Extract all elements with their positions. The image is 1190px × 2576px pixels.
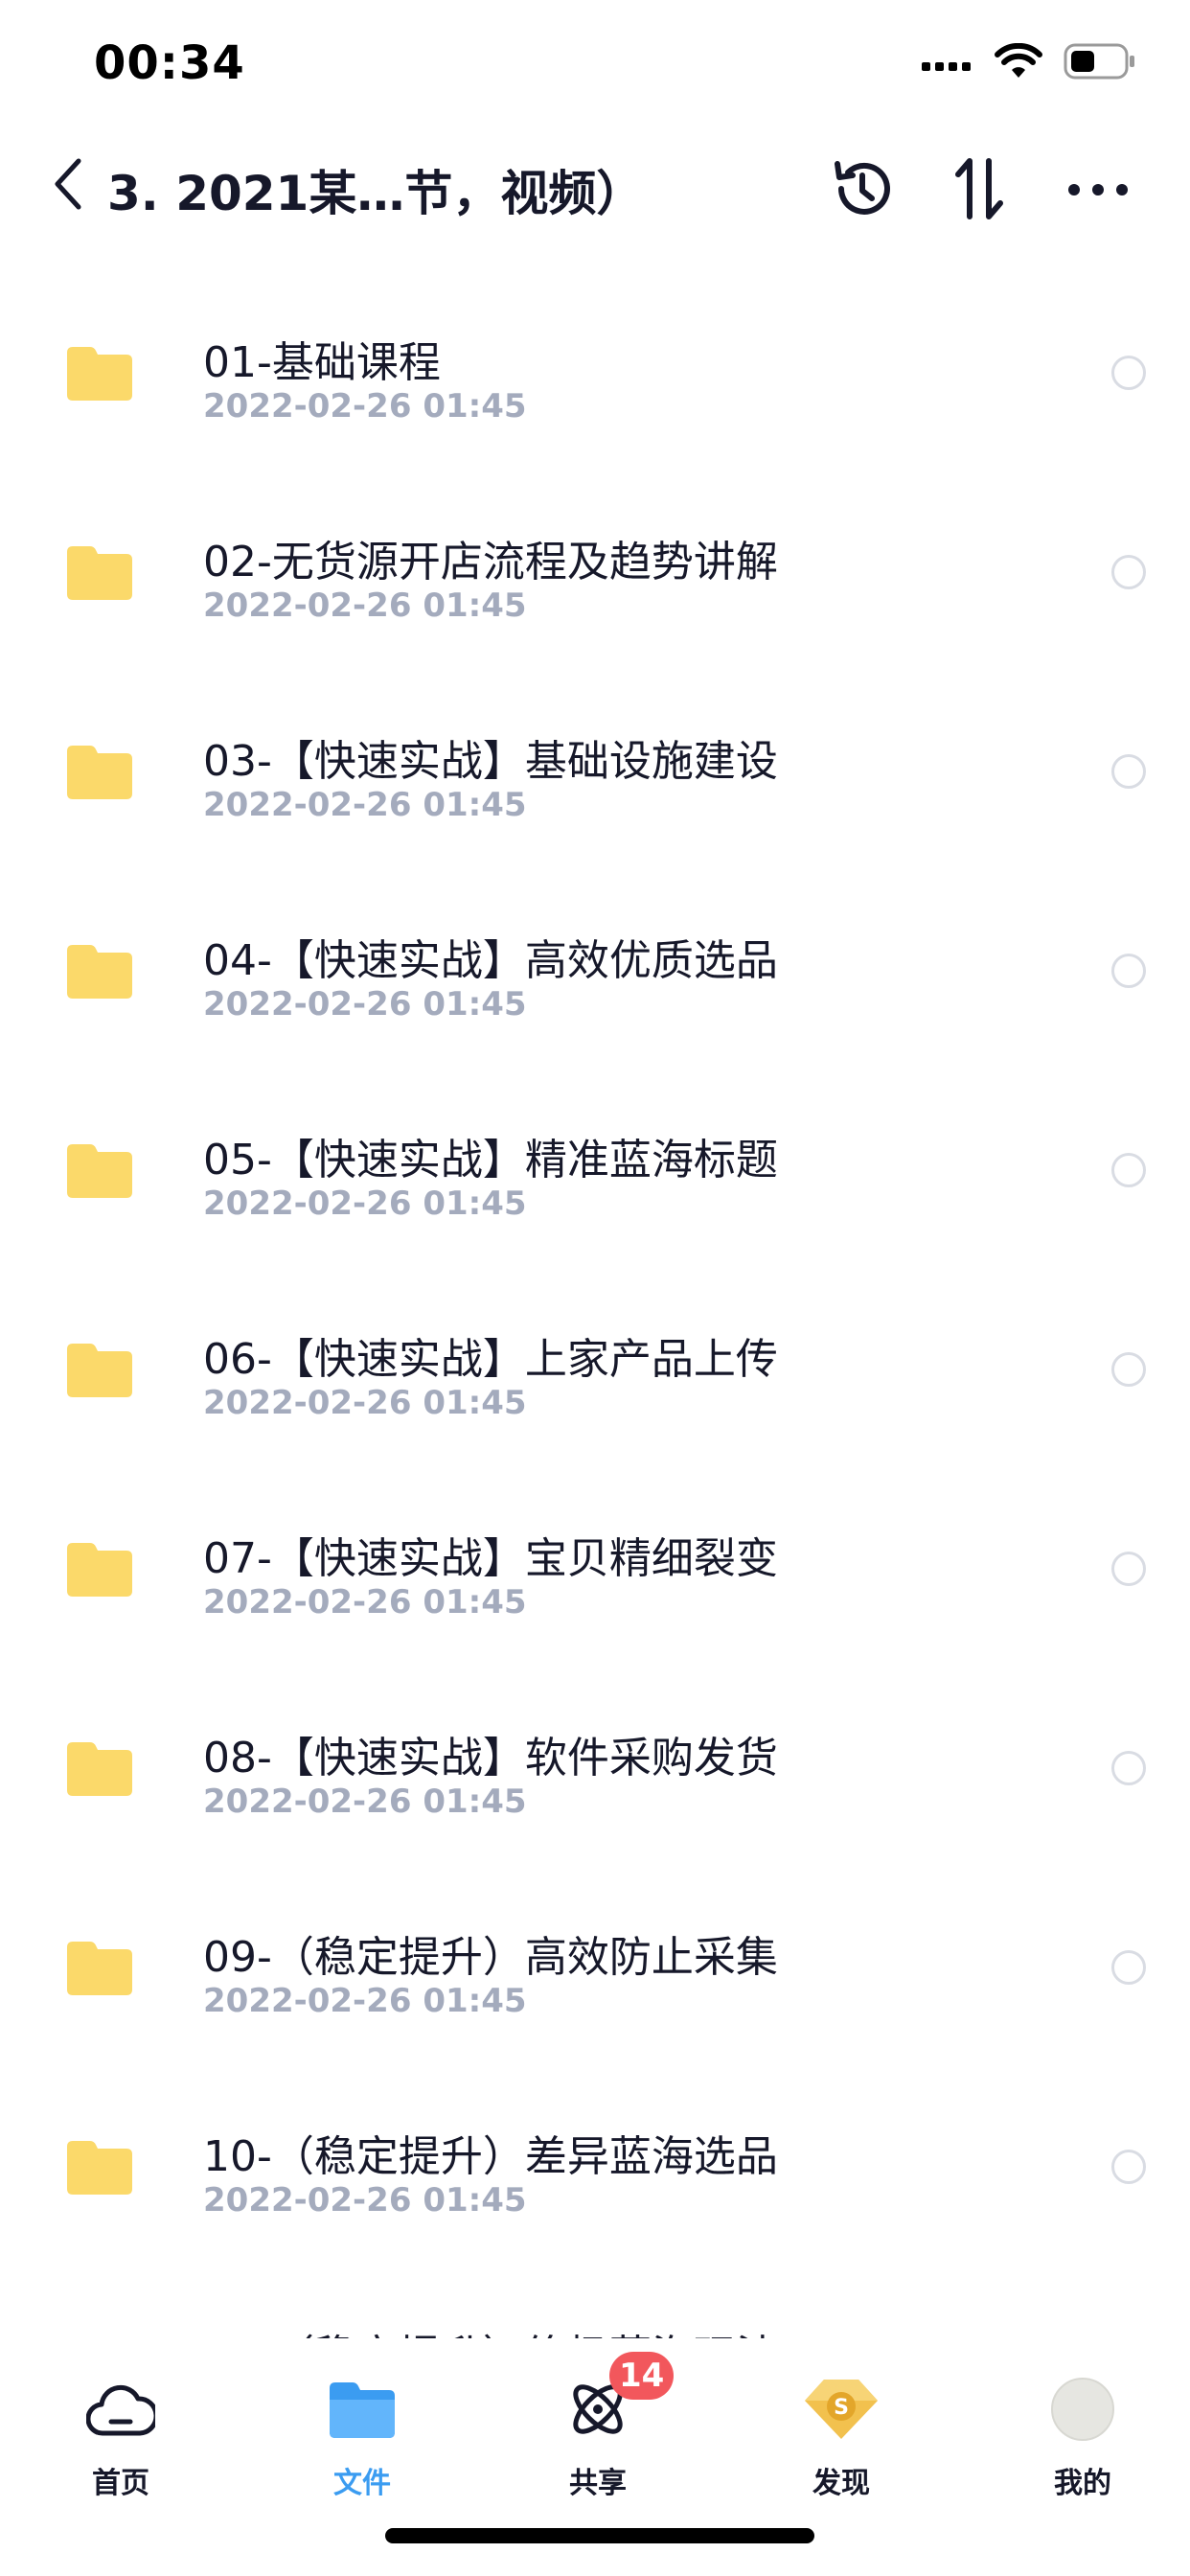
cloud-icon	[82, 2371, 159, 2448]
tab-discover[interactable]: S 发现	[765, 2359, 918, 2503]
status-time: 00:34	[94, 36, 245, 90]
file-name: 07-【快速实战】宝贝精细裂变	[203, 1534, 778, 1583]
avatar-image	[1051, 2378, 1114, 2441]
file-date: 2022-02-26 01:45	[203, 1384, 527, 1422]
file-row[interactable]: 07-【快速实战】宝贝精细裂变 2022-02-26 01:45	[0, 1447, 1190, 1646]
svg-text:S: S	[834, 2396, 849, 2420]
file-name: 01-基础课程	[203, 338, 441, 387]
folder-icon	[67, 1740, 132, 1796]
file-date: 2022-02-26 01:45	[203, 1184, 527, 1223]
select-checkbox[interactable]	[1111, 555, 1146, 589]
file-name: 08-【快速实战】软件采购发货	[203, 1734, 778, 1782]
history-button[interactable]	[822, 153, 903, 228]
tab-home[interactable]: 首页	[44, 2359, 197, 2503]
battery-icon	[1064, 43, 1136, 83]
sort-button[interactable]	[939, 153, 1019, 228]
file-date: 2022-02-26 01:45	[203, 586, 527, 625]
file-row[interactable]: 01-基础课程 2022-02-26 01:45	[0, 251, 1190, 450]
select-checkbox[interactable]	[1111, 954, 1146, 988]
folder-icon	[67, 943, 132, 999]
tab-label: 文件	[333, 2467, 391, 2500]
select-checkbox[interactable]	[1111, 1751, 1146, 1785]
folder-icon	[67, 345, 132, 401]
folder-icon	[67, 1541, 132, 1597]
select-checkbox[interactable]	[1111, 2150, 1146, 2184]
status-icons	[922, 42, 1136, 83]
tab-bar: 首页 文件 14 共享 S 发现 我的	[0, 2338, 1190, 2576]
notification-badge: 14	[609, 2352, 675, 2400]
folder-icon	[67, 744, 132, 799]
signal-icon	[922, 51, 973, 76]
tab-label: 首页	[92, 2467, 149, 2500]
file-date: 2022-02-26 01:45	[203, 2181, 527, 2220]
select-checkbox[interactable]	[1111, 1153, 1146, 1187]
folder-icon	[67, 2139, 132, 2195]
folder-icon	[67, 1342, 132, 1397]
page-title: 3. 2021某…节，视频）	[107, 166, 645, 221]
folder-icon	[324, 2371, 400, 2448]
file-date: 2022-02-26 01:45	[203, 387, 527, 426]
file-date: 2022-02-26 01:45	[203, 1583, 527, 1622]
folder-icon	[67, 544, 132, 600]
sort-arrows-icon	[950, 155, 1008, 226]
avatar	[1044, 2371, 1121, 2448]
tab-profile[interactable]: 我的	[1006, 2359, 1159, 2503]
tab-share[interactable]: 14 共享	[521, 2352, 675, 2503]
file-name: 11-（稳定提升）终极蓝海玩法	[203, 2321, 778, 2338]
file-name: 04-【快速实战】高效优质选品	[203, 936, 778, 985]
file-row[interactable]: 06-【快速实战】上家产品上传 2022-02-26 01:45	[0, 1248, 1190, 1447]
select-checkbox[interactable]	[1111, 1352, 1146, 1387]
select-checkbox[interactable]	[1111, 1552, 1146, 1586]
select-checkbox[interactable]	[1111, 356, 1146, 390]
chevron-left-icon	[52, 157, 84, 215]
file-row[interactable]: 09-（稳定提升）高效防止采集 2022-02-26 01:45	[0, 1846, 1190, 2045]
nav-bar: 3. 2021某…节，视频）	[0, 126, 1190, 251]
home-indicator	[385, 2528, 814, 2543]
back-button[interactable]	[34, 150, 102, 222]
file-name: 09-（稳定提升）高效防止采集	[203, 1933, 778, 1982]
tab-label: 我的	[1054, 2467, 1111, 2500]
status-bar: 00:34	[0, 0, 1190, 126]
file-name: 02-无货源开店流程及趋势讲解	[203, 538, 778, 586]
discover-icon: S	[803, 2371, 880, 2448]
file-row[interactable]: 04-【快速实战】高效优质选品 2022-02-26 01:45	[0, 849, 1190, 1048]
more-dots-icon	[1067, 182, 1129, 200]
tab-files[interactable]: 文件	[286, 2359, 439, 2503]
file-row[interactable]: 11-（稳定提升）终极蓝海玩法	[0, 2244, 1190, 2338]
select-checkbox[interactable]	[1111, 754, 1146, 789]
file-row[interactable]: 08-【快速实战】软件采购发货 2022-02-26 01:45	[0, 1646, 1190, 1846]
file-list: 01-基础课程 2022-02-26 01:45 02-无货源开店流程及趋势讲解…	[0, 251, 1190, 2338]
file-name: 03-【快速实战】基础设施建设	[203, 737, 778, 786]
wifi-icon	[995, 42, 1042, 83]
more-button[interactable]	[1058, 153, 1138, 228]
folder-icon	[67, 1940, 132, 1995]
file-row[interactable]: 03-【快速实战】基础设施建设 2022-02-26 01:45	[0, 650, 1190, 849]
file-name: 05-【快速实战】精准蓝海标题	[203, 1136, 778, 1184]
file-name: 06-【快速实战】上家产品上传	[203, 1335, 778, 1384]
tab-label: 发现	[812, 2467, 870, 2500]
file-date: 2022-02-26 01:45	[203, 1982, 527, 2020]
file-name: 10-（稳定提升）差异蓝海选品	[203, 2132, 778, 2181]
file-row[interactable]: 10-（稳定提升）差异蓝海选品 2022-02-26 01:45	[0, 2045, 1190, 2244]
file-date: 2022-02-26 01:45	[203, 1782, 527, 1821]
file-row[interactable]: 05-【快速实战】精准蓝海标题 2022-02-26 01:45	[0, 1048, 1190, 1248]
file-date: 2022-02-26 01:45	[203, 786, 527, 824]
file-row[interactable]: 02-无货源开店流程及趋势讲解 2022-02-26 01:45	[0, 450, 1190, 650]
history-clock-icon	[830, 156, 895, 225]
select-checkbox[interactable]	[1111, 1950, 1146, 1985]
tab-label: 共享	[569, 2467, 627, 2500]
file-date: 2022-02-26 01:45	[203, 985, 527, 1024]
folder-icon	[67, 1142, 132, 1198]
